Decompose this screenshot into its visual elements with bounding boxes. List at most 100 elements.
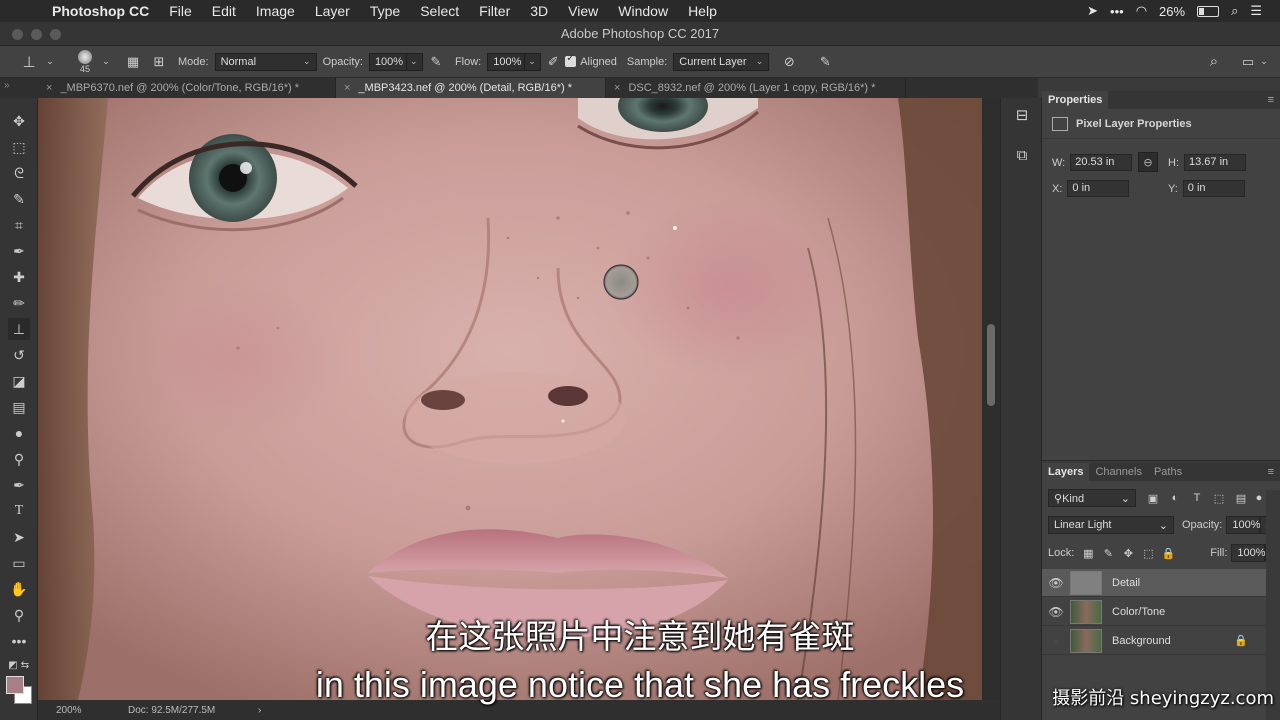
lock-all-icon[interactable]: 🔒 [1158,547,1178,560]
brush-preset-picker[interactable]: 45 [70,49,100,74]
tools-panel-collapse[interactable]: » [0,78,38,98]
ignore-adjustment-layers-icon[interactable]: ⊘ [775,54,803,70]
search-icon[interactable]: ⌕ [1204,53,1224,70]
menu-type[interactable]: Type [360,3,410,19]
spotlight-search-icon[interactable]: ⌕ [1231,3,1238,19]
opacity-dropdown[interactable]: ⌄ [406,52,423,71]
lock-position-icon[interactable]: ✥ [1118,547,1138,560]
brush-panel-icon[interactable]: ▦ [120,54,146,70]
location-arrow-icon[interactable]: ➤ [1087,3,1098,19]
scrollbar-thumb[interactable] [987,324,995,406]
layer-filter-kind-dropdown[interactable]: ⚲Kind ⌄ [1048,489,1136,507]
menu-extras-dots[interactable]: ••• [1110,4,1124,19]
filter-toggle-icon[interactable]: ● [1252,492,1266,504]
height-input[interactable]: 13.67 in [1184,154,1246,171]
tool-preset-chevron-icon[interactable]: ⌄ [44,56,56,67]
rectangle-tool-icon[interactable]: ▭ [8,552,30,574]
pressure-opacity-icon[interactable]: ✎ [423,54,449,70]
document-tab-mbp3423[interactable]: × _MBP3423.nef @ 200% (Detail, RGB/16*) … [336,78,606,98]
notification-center-icon[interactable]: ☰ [1250,3,1262,19]
airbrush-icon[interactable]: ✐ [541,54,565,70]
tab-layers[interactable]: Layers [1042,463,1090,481]
pressure-size-icon[interactable]: ✎ [811,54,839,70]
width-input[interactable]: 20.53 in [1070,154,1133,171]
flow-input[interactable]: 100% [487,52,526,71]
filter-shape-icon[interactable]: ⬚ [1208,492,1230,505]
status-menu-arrow[interactable]: › [258,705,261,716]
flow-dropdown[interactable]: ⌄ [525,52,542,71]
menu-help[interactable]: Help [678,3,727,19]
layer-opacity-input[interactable]: 100% [1226,516,1261,534]
menu-select[interactable]: Select [410,3,469,19]
filter-pixel-icon[interactable]: ▣ [1142,492,1164,505]
crop-tool-icon[interactable]: ⌗ [8,214,30,236]
lasso-tool-icon[interactable]: ᘓ [8,162,30,184]
battery-fill [1199,7,1205,15]
visibility-eye-icon[interactable]: 👁 [1042,576,1070,590]
menu-3d[interactable]: 3D [520,3,558,19]
brush-chevron-icon[interactable]: ⌄ [100,56,112,67]
move-tool-icon[interactable]: ✥ [8,110,30,132]
zoom-level[interactable]: 200% [38,705,98,716]
lock-artboard-icon[interactable]: ⬚ [1138,547,1158,560]
lock-pixels-icon[interactable]: ✎ [1098,547,1118,560]
path-selection-tool-icon[interactable]: ➤ [8,526,30,548]
sample-dropdown[interactable]: Current Layer ⌄ [673,52,770,71]
tab-properties[interactable]: Properties [1042,91,1109,109]
menu-filter[interactable]: Filter [469,3,520,19]
lock-transparency-icon[interactable]: ▦ [1078,547,1098,560]
brush-tool-icon[interactable]: ✏ [8,292,30,314]
blend-mode-dropdown[interactable]: Linear Light ⌄ [1048,516,1174,534]
menu-edit[interactable]: Edit [202,3,246,19]
clone-source-panel-icon[interactable]: ⧉ [1011,144,1033,166]
eyedropper-tool-icon[interactable]: ✒ [8,240,30,262]
close-tab-icon[interactable]: × [614,82,620,94]
clone-stamp-tool-icon[interactable]: ⊥ [14,53,44,71]
document-tab-dsc8932[interactable]: × DSC_8932.nef @ 200% (Layer 1 copy, RGB… [606,78,906,98]
quick-selection-tool-icon[interactable]: ✎ [8,188,30,210]
x-input[interactable]: 0 in [1067,180,1130,197]
close-tab-icon[interactable]: × [46,82,52,94]
link-dimensions-icon[interactable]: ⊖ [1138,152,1158,172]
panel-menu-icon[interactable]: ≡ [1268,94,1280,106]
workspace-chevron-icon[interactable]: ⌄ [1258,56,1270,67]
type-tool-icon[interactable]: T [8,500,30,522]
hand-tool-icon[interactable]: ✋ [8,578,30,600]
y-input[interactable]: 0 in [1182,180,1245,197]
mode-dropdown[interactable]: Normal ⌄ [214,52,317,71]
menu-file[interactable]: File [159,3,202,19]
aligned-checkbox[interactable] [565,53,577,67]
marquee-tool-icon[interactable]: ⬚ [8,136,30,158]
filter-smart-object-icon[interactable]: ▤ [1230,492,1252,505]
battery-icon[interactable] [1197,5,1220,17]
wifi-icon[interactable]: ◠ [1136,3,1147,19]
layer-row-detail[interactable]: 👁 Detail [1042,569,1266,597]
history-panel-icon[interactable]: ⊟ [1011,104,1033,126]
workspace-switcher-icon[interactable]: ▭ [1238,54,1258,70]
tab-channels[interactable]: Channels [1089,463,1147,481]
opacity-input[interactable]: 100% [368,52,407,71]
tab-paths[interactable]: Paths [1148,463,1188,481]
clone-source-panel-icon[interactable]: ⊞ [146,54,172,70]
menu-app-name[interactable]: Photoshop CC [40,3,159,19]
menu-view[interactable]: View [558,3,608,19]
dodge-tool-icon[interactable]: ⚲ [8,448,30,470]
history-brush-tool-icon[interactable]: ↺ [8,344,30,366]
search-icon: ⚲ [1054,492,1063,505]
fill-input[interactable]: 100% [1231,544,1266,562]
pen-tool-icon[interactable]: ✒ [8,474,30,496]
close-tab-icon[interactable]: × [344,82,350,94]
document-tab-mbp6370[interactable]: × _MBP6370.nef @ 200% (Color/Tone, RGB/1… [38,78,336,98]
clone-stamp-tool-icon[interactable]: ⊥ [8,318,30,340]
filter-adjustment-icon[interactable]: ◐ [1164,492,1186,504]
blur-tool-icon[interactable]: ● [8,422,30,444]
eraser-tool-icon[interactable]: ◪ [8,370,30,392]
menu-window[interactable]: Window [608,3,678,19]
menu-image[interactable]: Image [246,3,305,19]
filter-type-icon[interactable]: T [1186,492,1208,504]
gradient-tool-icon[interactable]: ▤ [8,396,30,418]
menu-layer[interactable]: Layer [305,3,360,19]
tab-label: _MBP6370.nef @ 200% (Color/Tone, RGB/16*… [60,82,300,94]
healing-brush-tool-icon[interactable]: ✚ [8,266,30,288]
panel-menu-icon[interactable]: ≡ [1268,466,1280,478]
